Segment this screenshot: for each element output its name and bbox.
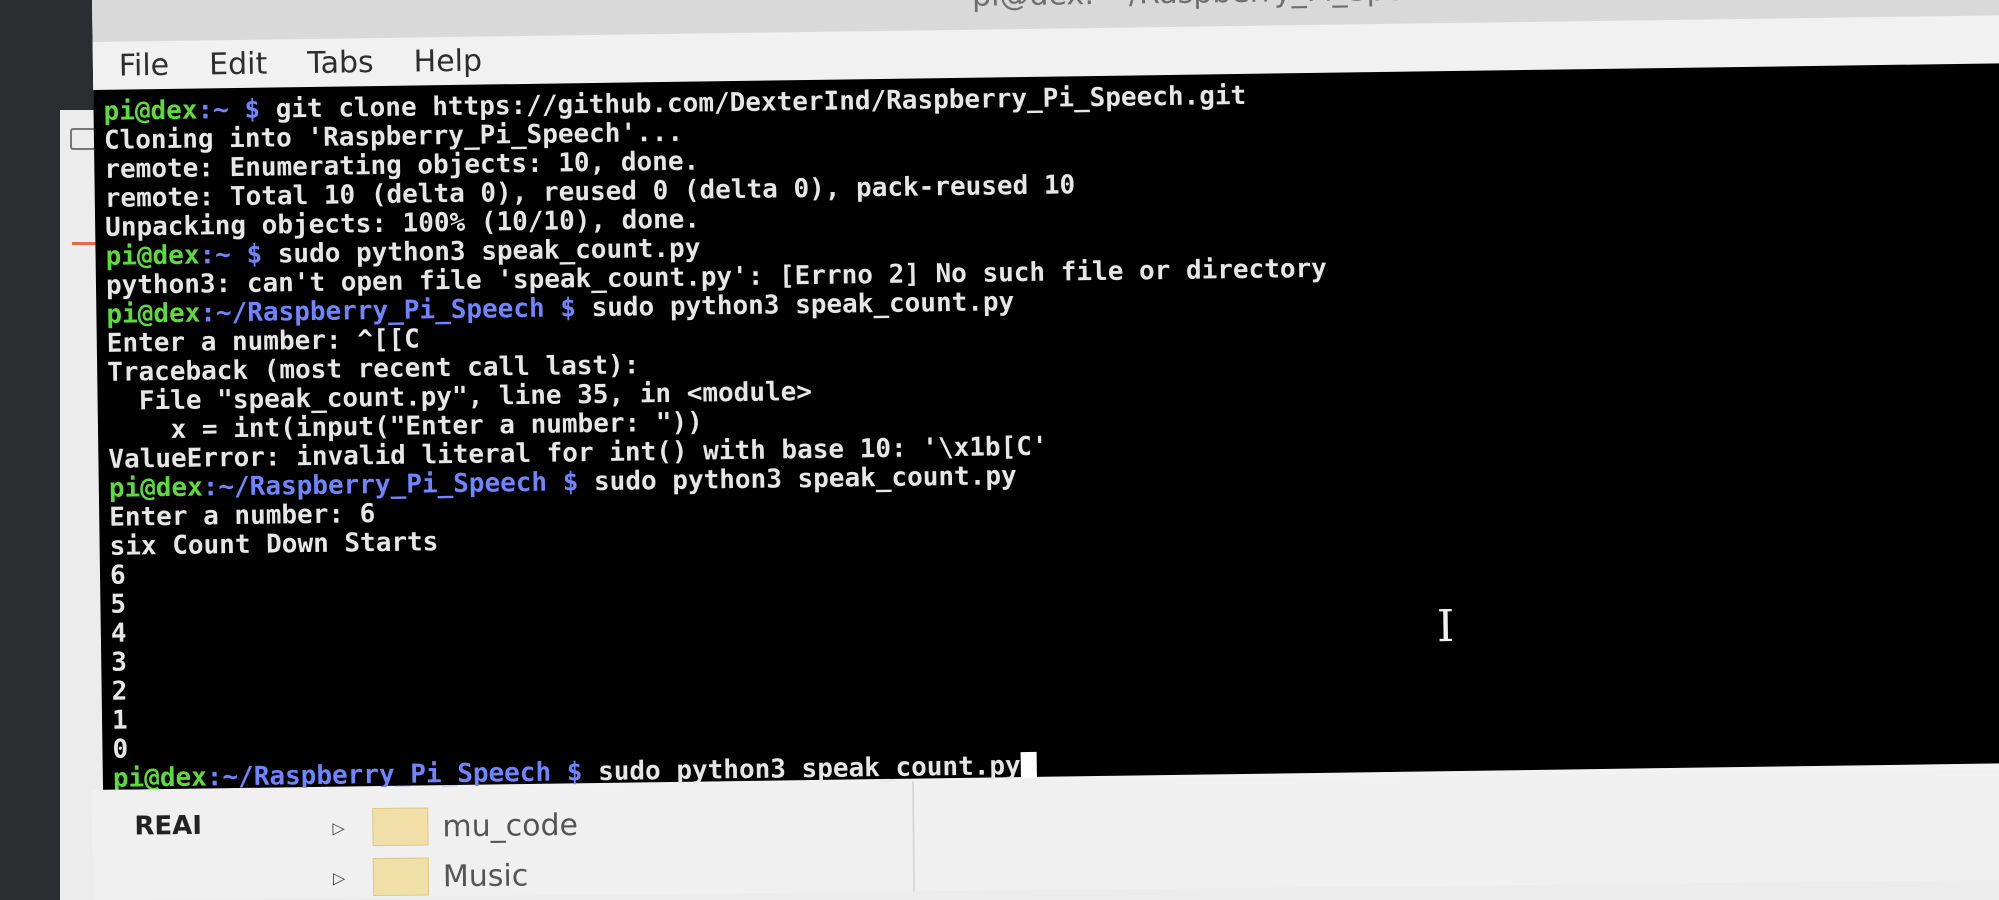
command-text: sudo python3 speak_count.py xyxy=(593,461,1017,498)
command-text: sudo python3 speak_count.py xyxy=(591,287,1015,324)
expand-arrow-icon[interactable]: ▷ xyxy=(333,868,373,887)
terminal-cursor xyxy=(1020,751,1037,779)
menu-help[interactable]: Help xyxy=(413,43,482,79)
menu-tabs[interactable]: Tabs xyxy=(307,45,374,81)
folder-icon xyxy=(372,807,429,847)
terminal-window: pi@dex: ~/Raspberry_Pi_Speech File Edit … xyxy=(92,0,1999,800)
file-name: mu_code xyxy=(442,807,579,844)
output-text: 1 xyxy=(111,705,128,736)
prompt-user: pi@dex xyxy=(103,95,198,127)
output-text: 0 xyxy=(112,734,129,765)
prompt-user: pi@dex xyxy=(106,298,201,330)
file-row-mu-code[interactable]: ▷ mu_code xyxy=(332,805,578,848)
text-cursor-icon: I xyxy=(1436,601,1455,653)
output-text: 4 xyxy=(110,618,127,649)
window-title: pi@dex: ~/Raspberry_Pi_Speech xyxy=(972,0,1458,18)
output-text: 3 xyxy=(111,647,128,678)
menu-file[interactable]: File xyxy=(119,47,170,83)
output-text: 5 xyxy=(110,589,127,620)
pane-divider xyxy=(911,781,916,892)
prompt-path: :~ $ xyxy=(199,239,278,271)
prompt-user: pi@dex xyxy=(105,240,200,272)
prompt-path: :~ $ xyxy=(197,94,276,126)
prompt-user: pi@dex xyxy=(108,472,203,504)
expand-arrow-icon[interactable]: ▷ xyxy=(332,818,372,837)
terminal-output[interactable]: pi@dex:~ $ git clone https://github.com/… xyxy=(93,63,1999,794)
music-folder-icon xyxy=(372,857,430,897)
file-manager-pane: REAI ▷ mu_code ▷ Music xyxy=(92,770,1999,900)
file-row-music[interactable]: ▷ Music xyxy=(333,855,529,897)
prompt-path: :~/Raspberry_Pi_Speech $ xyxy=(202,467,595,503)
output-text: 2 xyxy=(111,676,128,707)
sidebar-label: REAI xyxy=(134,810,203,842)
output-text: six Count Down Starts xyxy=(109,527,439,562)
monitor-icon[interactable] xyxy=(70,128,96,150)
menu-edit[interactable]: Edit xyxy=(209,46,268,82)
prompt-path: :~/Raspberry_Pi_Speech $ xyxy=(200,293,592,329)
file-name: Music xyxy=(442,857,529,894)
output-text: 6 xyxy=(109,560,126,591)
